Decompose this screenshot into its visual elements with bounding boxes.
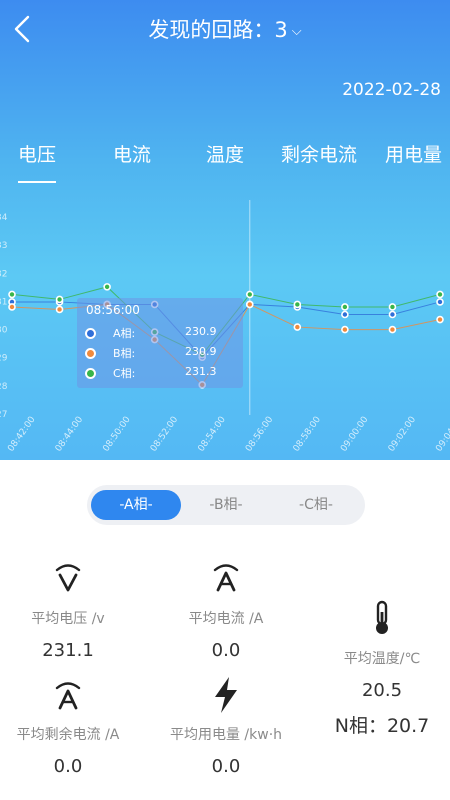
tooltip-series-name: B相: [113,347,136,360]
data-point [388,310,397,319]
tab-voltage[interactable]: 电压 [18,140,57,183]
avg-energy-label: 平均用电量 /kw·h [169,727,283,743]
data-point [436,290,444,299]
residual-current-icon [55,682,81,710]
x-tick-label: 08:52:00 [149,415,181,454]
data-point [103,283,111,291]
current-icon [213,564,239,592]
series-c-marker [85,368,96,379]
tab-energy[interactable]: 用电量 [385,140,442,167]
x-tick-label: 09:04:00 [434,415,450,454]
data-point [293,323,302,331]
lightning-icon [215,677,237,713]
x-tick-label: 09:00:00 [339,415,371,454]
tooltip-series-value: 230.9 [185,325,217,338]
avg-voltage-value: 231.1 [42,640,94,661]
tooltip-row-b: B相: 230.9 [85,345,235,361]
series-b-marker [85,348,96,359]
y-tick-label: 28 [0,382,8,392]
chart-tooltip: 08:56:00 A相: 230.9 B相: 230.9 C相: 231.3 [77,298,243,388]
data-point [436,298,444,306]
tooltip-series-name: C相: [113,367,136,380]
chevron-down-icon: ⌵ [291,23,302,39]
tab-residual-current[interactable]: 剩余电流 [281,140,357,167]
metric-tabs: 电压 电流 温度 剩余电流 用电量 [0,140,450,184]
tooltip-series-name: A相: [113,327,136,340]
n-phase-temperature: N相：20.7 [334,715,430,737]
data-point [8,290,16,299]
series-a-marker [85,328,96,339]
data-point [55,305,64,314]
phase-c-button[interactable]: -C相- [271,490,361,520]
data-point [245,290,254,299]
thermometer-icon [376,600,388,634]
data-point [341,325,349,334]
data-point [341,303,349,311]
y-tick-label: 33 [0,241,7,251]
y-tick-label: 32 [0,269,7,279]
avg-current-stat: 平均电流 /A 0.0 [178,560,274,661]
voltage-icon [55,564,81,592]
x-tick-label: 08:58:00 [292,415,324,454]
avg-temperature-label: 平均温度/℃ [343,651,421,667]
avg-residual-current-stat: 平均剩余电流 /A 0.0 [8,678,128,777]
avg-temperature-stat: 平均温度/℃ 20.5 N相：20.7 [334,600,430,738]
x-tick-label: 08:54:00 [196,415,228,454]
date-label[interactable]: 2022-02-28 [342,80,441,100]
tooltip-series-value: 230.9 [185,345,217,358]
x-tick-label: 08:56:00 [244,415,276,454]
header: 发现的回路：3 ⌵ [0,0,450,58]
y-tick-label: 31 [0,297,7,307]
y-tick-label: 27 [0,410,7,420]
tooltip-series-value: 231.3 [185,365,217,378]
y-tick-label: 34 [0,213,8,223]
data-point [293,300,302,309]
phase-selector: -A相- -B相- -C相- [87,485,365,525]
data-point [55,295,64,304]
data-point [388,325,397,334]
avg-temperature-value: 20.5 [361,680,403,701]
avg-energy-stat: 平均用电量 /kw·h 0.0 [161,676,291,777]
tooltip-row-c: C相: 231.3 [85,365,235,381]
data-point [388,303,397,311]
data-point [8,303,16,311]
data-point [245,300,254,309]
avg-energy-value: 0.0 [211,756,241,777]
data-point [436,315,444,324]
tooltip-time: 08:56:00 [86,303,140,317]
x-tick-label: 08:42:00 [6,415,38,454]
data-point [341,310,349,319]
tab-temperature[interactable]: 温度 [206,140,244,167]
avg-current-value: 0.0 [211,640,241,661]
avg-voltage-stat: 平均电压 /v 231.1 [20,560,116,661]
y-tick-label: 29 [0,354,8,364]
tooltip-row-a: A相: 230.9 [85,325,235,341]
x-tick-label: 09:02:00 [387,415,419,454]
avg-residual-current-value: 0.0 [53,756,83,777]
x-tick-label: 08:50:00 [101,415,133,454]
avg-residual-current-label: 平均剩余电流 /A [16,727,120,743]
phase-a-button[interactable]: -A相- [91,490,181,520]
page-title: 发现的回路：3 [148,18,288,42]
x-tick-label: 08:44:00 [54,415,86,454]
avg-current-label: 平均电流 /A [188,611,264,627]
avg-voltage-label: 平均电压 /v [31,611,105,627]
tab-current[interactable]: 电流 [113,140,151,167]
circuit-count-dropdown[interactable]: 发现的回路：3 ⌵ [0,14,450,44]
y-tick-label: 30 [0,326,8,336]
phase-b-button[interactable]: -B相- [181,490,271,520]
